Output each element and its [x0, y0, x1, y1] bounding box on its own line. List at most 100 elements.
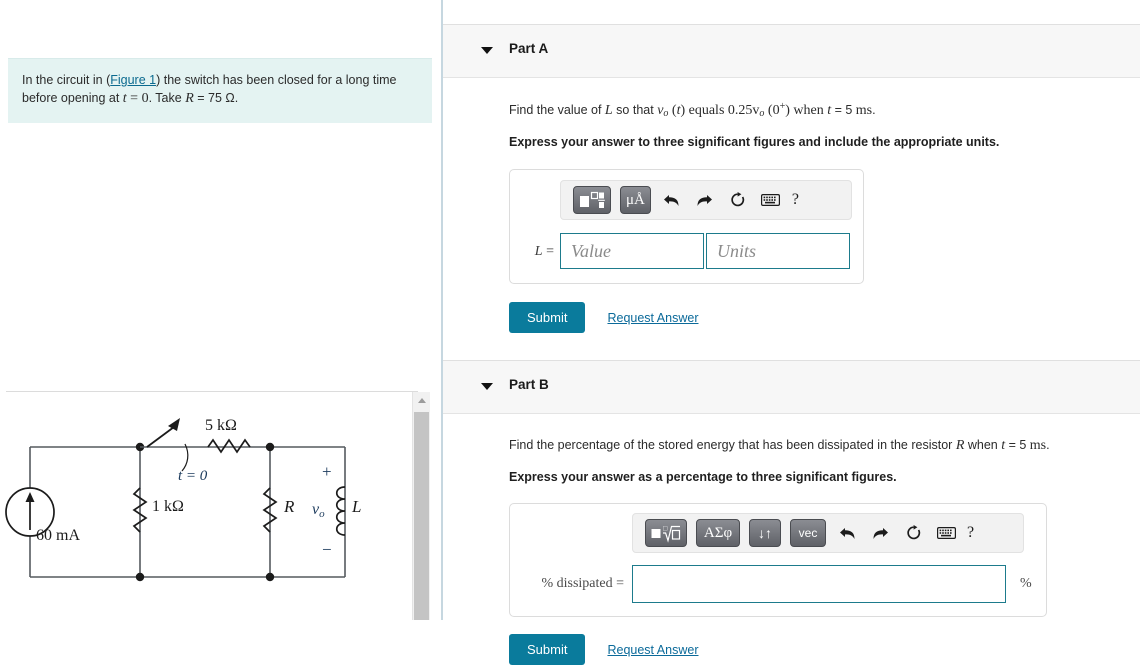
- right-panel: Part A Find the value of L so that vo (t…: [443, 0, 1140, 665]
- reset-icon: [731, 191, 745, 206]
- part-a-submit-button[interactable]: Submit: [509, 302, 586, 333]
- part-a-instruction: Express your answer to three significant…: [509, 135, 1000, 149]
- part-b-instruction: Express your answer as a percentage to t…: [509, 470, 897, 484]
- part-a-header[interactable]: Part A: [443, 24, 1140, 78]
- undo-button[interactable]: [835, 521, 859, 545]
- part-b-actions: Submit Request Answer: [509, 634, 1140, 665]
- resistor-5k-label: 5 kΩ: [205, 417, 237, 434]
- qa-seg-3: (: [668, 103, 677, 118]
- greek-button[interactable]: ΑΣφ: [696, 519, 740, 547]
- figure-header: Figure ‹ 1 of 1 ›: [0, 352, 432, 390]
- qb-seg-4: .: [1046, 438, 1050, 452]
- keyboard-icon: [761, 194, 781, 206]
- qa-unit-ms: ms: [855, 103, 873, 118]
- part-a-answer-card: μÅ ? L = Value Units: [509, 169, 864, 284]
- undo-icon: [839, 527, 854, 539]
- figure-link[interactable]: Figure 1: [110, 73, 156, 87]
- reset-button[interactable]: [726, 188, 750, 212]
- vector-button[interactable]: vec: [790, 519, 826, 547]
- part-b-submit-button[interactable]: Submit: [509, 634, 586, 665]
- reset-icon: [906, 524, 920, 539]
- part-b-header[interactable]: Part B: [443, 360, 1140, 414]
- part-b-question: Find the percentage of the stored energy…: [509, 435, 1140, 456]
- figure-scrollbar[interactable]: [412, 392, 430, 620]
- resistor-5k-symbol: [207, 438, 251, 454]
- problem-text-part-3: . Take: [148, 91, 186, 106]
- part-b-title: Part B: [509, 377, 549, 392]
- reset-button[interactable]: [901, 521, 925, 545]
- part-a-title: Part A: [509, 41, 549, 56]
- part-a-value-input[interactable]: [560, 233, 704, 269]
- resistor-1k-label: 1 kΩ: [152, 498, 184, 515]
- problem-t-equation: = 0: [126, 91, 149, 107]
- undo-button[interactable]: [660, 188, 684, 212]
- part-b-toolbar: □ ΑΣφ ↓↑ vec ?: [632, 513, 1024, 553]
- problem-r-value: = 75 Ω.: [193, 91, 239, 106]
- qa-seg-4: ) equals: [680, 103, 728, 118]
- units-button[interactable]: μÅ: [620, 186, 651, 214]
- qb-seg-3: = 5: [1005, 438, 1030, 452]
- undo-icon: [664, 194, 679, 206]
- problem-statement: In the circuit in (Figure 1) the switch …: [8, 58, 432, 124]
- part-b-value-input[interactable]: [632, 565, 1006, 603]
- output-voltage-label: vo: [312, 501, 325, 520]
- redo-icon: [873, 527, 888, 539]
- part-a-answer-row: L =: [522, 233, 851, 269]
- part-a-answer-label: L =: [522, 243, 554, 260]
- keyboard-button[interactable]: [934, 521, 958, 545]
- qb-seg-2: when: [964, 438, 1002, 452]
- help-button[interactable]: ?: [967, 524, 974, 542]
- qa-seg-2: so that: [612, 103, 658, 117]
- qa-seg-5: (: [764, 103, 773, 118]
- part-b-answer-card: □ ΑΣφ ↓↑ vec ? % dissipated = %: [509, 503, 1047, 617]
- figure-body: 60 mA 1 kΩ 5 kΩ t = 0 R L + − vo: [0, 392, 410, 620]
- svg-text:□: □: [663, 525, 668, 533]
- arrows-button[interactable]: ↓↑: [749, 519, 781, 547]
- current-source-label: 60 mA: [36, 527, 80, 544]
- help-button[interactable]: ?: [792, 191, 799, 209]
- keyboard-button[interactable]: [759, 188, 783, 212]
- qa-seg-1: Find the value of: [509, 103, 605, 117]
- part-b-request-answer-link[interactable]: Request Answer: [607, 643, 698, 657]
- qa-seg-6: ) when: [785, 103, 828, 118]
- sqrt-template-icon: □: [651, 525, 681, 543]
- left-panel: In the circuit in (Figure 1) the switch …: [0, 0, 443, 620]
- part-a-answer-variable: L: [534, 243, 543, 259]
- circuit-diagram: 60 mA 1 kΩ 5 kΩ t = 0 R L + − vo: [5, 417, 361, 582]
- part-a-toolbar: μÅ ?: [560, 180, 852, 220]
- resistor-R-label: R: [283, 497, 295, 516]
- collapse-caret-icon[interactable]: [481, 383, 493, 390]
- polarity-minus-label: −: [322, 540, 332, 559]
- switch-time-label: t = 0: [178, 468, 208, 484]
- scrollbar-thumb[interactable]: [414, 412, 429, 620]
- qa-val-025v: 0.25v: [727, 103, 760, 118]
- problem-r-variable: R: [185, 91, 194, 107]
- template-button[interactable]: [573, 186, 611, 214]
- scroll-up-icon[interactable]: [413, 392, 430, 409]
- collapse-caret-icon[interactable]: [481, 47, 493, 54]
- part-a-actions: Submit Request Answer: [509, 302, 1140, 333]
- part-a-units-input[interactable]: [706, 233, 850, 269]
- template-icon: [580, 191, 605, 208]
- switch-symbol: [140, 418, 189, 472]
- redo-button[interactable]: [868, 521, 892, 545]
- template-button[interactable]: □: [645, 519, 687, 547]
- inductor-symbol: [335, 486, 346, 536]
- problem-text-part-1: In the circuit in (: [22, 73, 111, 87]
- redo-button[interactable]: [693, 188, 717, 212]
- qa-var-L: L: [604, 103, 613, 118]
- inductor-label: L: [351, 497, 361, 516]
- problem-page: In the circuit in (Figure 1) the switch …: [0, 0, 1140, 665]
- qa-val-zero: 0: [772, 103, 780, 118]
- qa-seg-8: .: [872, 103, 876, 117]
- problem-statement-text: In the circuit in (Figure 1) the switch …: [22, 71, 418, 109]
- qb-unit-ms: ms: [1029, 438, 1047, 453]
- part-b-answer-row: % dissipated = %: [522, 565, 1034, 603]
- qa-seg-7: = 5: [831, 103, 856, 117]
- part-b-body: Find the percentage of the stored energy…: [443, 435, 1140, 665]
- keyboard-icon: [936, 527, 956, 539]
- part-a-question: Find the value of L so that vo (t) equal…: [509, 99, 1140, 121]
- part-a-request-answer-link[interactable]: Request Answer: [607, 311, 698, 325]
- qb-seg-1: Find the percentage of the stored energy…: [509, 438, 956, 452]
- polarity-plus-label: +: [322, 462, 332, 481]
